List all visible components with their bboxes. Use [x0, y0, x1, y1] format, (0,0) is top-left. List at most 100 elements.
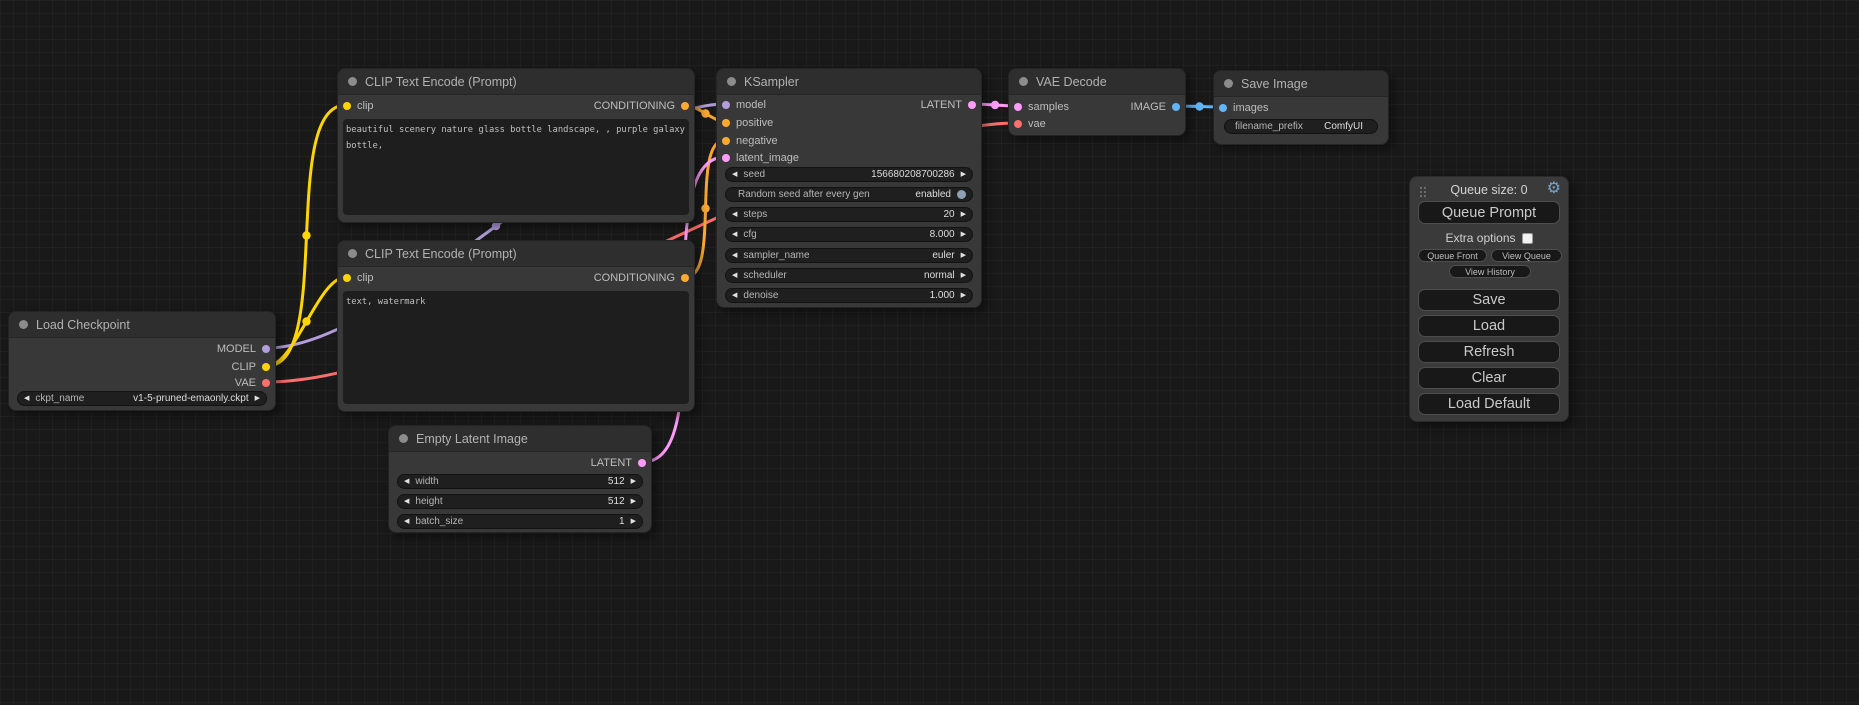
slot-dot-latent[interactable]: [968, 101, 976, 109]
increment-arrow-icon[interactable]: ▶: [961, 231, 966, 238]
slot-dot-positive[interactable]: [722, 119, 730, 127]
increment-arrow-icon[interactable]: ▶: [961, 171, 966, 178]
input-slot-latent-image[interactable]: latent_image: [722, 151, 799, 165]
node-title-bar[interactable]: Load Checkpoint: [9, 312, 275, 338]
slot-dot-latent[interactable]: [638, 459, 646, 467]
slot-dot-latent-image[interactable]: [722, 154, 730, 162]
clear-button[interactable]: Clear: [1418, 367, 1560, 389]
decrement-arrow-icon[interactable]: ◀: [24, 395, 29, 402]
node-title-bar[interactable]: VAE Decode: [1009, 69, 1185, 95]
input-slot-clip[interactable]: clip: [343, 99, 374, 113]
slot-dot-clip[interactable]: [343, 274, 351, 282]
slot-dot-image[interactable]: [1172, 103, 1180, 111]
node-title-bar[interactable]: Empty Latent Image: [389, 426, 651, 452]
increment-arrow-icon[interactable]: ▶: [631, 478, 636, 485]
input-slot-vae[interactable]: vae: [1014, 117, 1046, 131]
slot-dot-conditioning[interactable]: [681, 102, 689, 110]
widget-ckpt-name[interactable]: ◀ ckpt_name v1-5-pruned-emaonly.ckpt ▶: [17, 391, 267, 406]
output-slot-conditioning[interactable]: CONDITIONING: [594, 271, 689, 285]
increment-arrow-icon[interactable]: ▶: [631, 518, 636, 525]
decrement-arrow-icon[interactable]: ◀: [404, 498, 409, 505]
node-collapse-dot[interactable]: [727, 77, 736, 86]
node-ksampler[interactable]: KSampler model positive negative latent_…: [716, 68, 982, 308]
decrement-arrow-icon[interactable]: ◀: [404, 518, 409, 525]
node-title-bar[interactable]: KSampler: [717, 69, 981, 95]
widget-cfg[interactable]: ◀ cfg 8.000 ▶: [725, 227, 973, 242]
widget-seed[interactable]: ◀ seed 156680208700286 ▶: [725, 167, 973, 182]
decrement-arrow-icon[interactable]: ◀: [732, 252, 737, 259]
decrement-arrow-icon[interactable]: ◀: [732, 231, 737, 238]
load-button[interactable]: Load: [1418, 315, 1560, 337]
slot-dot-images[interactable]: [1219, 104, 1227, 112]
decrement-arrow-icon[interactable]: ◀: [404, 478, 409, 485]
toggle-dot[interactable]: [957, 190, 966, 199]
node-collapse-dot[interactable]: [19, 320, 28, 329]
input-slot-negative[interactable]: negative: [722, 134, 778, 148]
widget-scheduler[interactable]: ◀ scheduler normal ▶: [725, 268, 973, 283]
output-slot-conditioning[interactable]: CONDITIONING: [594, 99, 689, 113]
increment-arrow-icon[interactable]: ▶: [961, 272, 966, 279]
output-slot-model[interactable]: MODEL: [217, 342, 270, 356]
extra-options-checkbox[interactable]: [1522, 233, 1533, 244]
slot-dot-negative[interactable]: [722, 137, 730, 145]
slot-dot-model[interactable]: [722, 101, 730, 109]
save-button[interactable]: Save: [1418, 289, 1560, 311]
output-slot-latent[interactable]: LATENT: [921, 98, 976, 112]
node-collapse-dot[interactable]: [1019, 77, 1028, 86]
node-load-checkpoint[interactable]: Load Checkpoint MODEL CLIP VAE ◀ ckpt_na…: [8, 311, 276, 411]
node-collapse-dot[interactable]: [399, 434, 408, 443]
input-slot-positive[interactable]: positive: [722, 116, 773, 130]
slot-dot-conditioning[interactable]: [681, 274, 689, 282]
input-slot-clip[interactable]: clip: [343, 271, 374, 285]
output-slot-image[interactable]: IMAGE: [1131, 100, 1180, 114]
node-collapse-dot[interactable]: [348, 77, 357, 86]
node-vae-decode[interactable]: VAE Decode samples vae IMAGE: [1008, 68, 1186, 136]
prompt-textarea[interactable]: beautiful scenery nature glass bottle la…: [343, 119, 689, 215]
widget-height[interactable]: ◀ height 512 ▶: [397, 494, 643, 509]
widget-random-seed-toggle[interactable]: Random seed after every gen enabled: [725, 187, 973, 202]
widget-width[interactable]: ◀ width 512 ▶: [397, 474, 643, 489]
increment-arrow-icon[interactable]: ▶: [631, 498, 636, 505]
slot-dot-samples[interactable]: [1014, 103, 1022, 111]
input-slot-samples[interactable]: samples: [1014, 100, 1069, 114]
node-empty-latent-image[interactable]: Empty Latent Image LATENT ◀ width 512 ▶ …: [388, 425, 652, 533]
increment-arrow-icon[interactable]: ▶: [255, 395, 260, 402]
output-slot-latent[interactable]: LATENT: [591, 456, 646, 470]
node-clip-text-encode-positive[interactable]: CLIP Text Encode (Prompt) clip CONDITION…: [337, 68, 695, 223]
increment-arrow-icon[interactable]: ▶: [961, 211, 966, 218]
slot-dot-vae[interactable]: [262, 379, 270, 387]
slot-dot-model[interactable]: [262, 345, 270, 353]
queue-prompt-button[interactable]: Queue Prompt: [1418, 201, 1560, 224]
input-slot-images[interactable]: images: [1219, 101, 1268, 115]
view-queue-button[interactable]: View Queue: [1491, 249, 1562, 262]
widget-steps[interactable]: ◀ steps 20 ▶: [725, 207, 973, 222]
node-title-bar[interactable]: Save Image: [1214, 71, 1388, 97]
load-default-button[interactable]: Load Default: [1418, 393, 1560, 415]
queue-front-button[interactable]: Queue Front: [1418, 249, 1487, 262]
slot-dot-vae[interactable]: [1014, 120, 1022, 128]
slot-dot-clip[interactable]: [343, 102, 351, 110]
decrement-arrow-icon[interactable]: ◀: [732, 292, 737, 299]
slot-dot-clip[interactable]: [262, 363, 270, 371]
node-clip-text-encode-negative[interactable]: CLIP Text Encode (Prompt) clip CONDITION…: [337, 240, 695, 412]
node-title-bar[interactable]: CLIP Text Encode (Prompt): [338, 69, 694, 95]
node-save-image[interactable]: Save Image images filename_prefix ComfyU…: [1213, 70, 1389, 145]
output-slot-vae[interactable]: VAE: [235, 376, 270, 390]
view-history-button[interactable]: View History: [1449, 265, 1531, 278]
widget-denoise[interactable]: ◀ denoise 1.000 ▶: [725, 288, 973, 303]
increment-arrow-icon[interactable]: ▶: [961, 252, 966, 259]
widget-sampler-name[interactable]: ◀ sampler_name euler ▶: [725, 248, 973, 263]
decrement-arrow-icon[interactable]: ◀: [732, 272, 737, 279]
settings-gear-icon[interactable]: ⚙: [1547, 179, 1561, 200]
node-collapse-dot[interactable]: [348, 249, 357, 258]
node-collapse-dot[interactable]: [1224, 79, 1233, 88]
increment-arrow-icon[interactable]: ▶: [961, 292, 966, 299]
prompt-textarea[interactable]: text, watermark: [343, 291, 689, 404]
decrement-arrow-icon[interactable]: ◀: [732, 171, 737, 178]
refresh-button[interactable]: Refresh: [1418, 341, 1560, 363]
output-slot-clip[interactable]: CLIP: [232, 360, 270, 374]
input-slot-model[interactable]: model: [722, 98, 766, 112]
widget-filename-prefix[interactable]: filename_prefix ComfyUI: [1224, 119, 1378, 134]
widget-batch-size[interactable]: ◀ batch_size 1 ▶: [397, 514, 643, 529]
decrement-arrow-icon[interactable]: ◀: [732, 211, 737, 218]
